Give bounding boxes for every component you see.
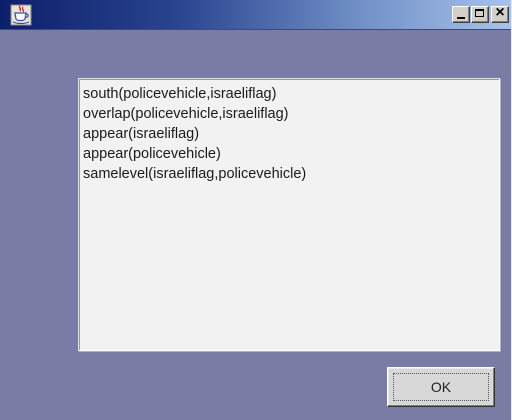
minimize-button[interactable] (452, 6, 470, 23)
minimize-icon (457, 17, 465, 19)
list-item[interactable]: overlap(policevehicle,israeliflag) (83, 104, 495, 124)
results-list[interactable]: south(policevehicle,israeliflag) overlap… (78, 78, 500, 351)
maximize-button[interactable] (471, 6, 489, 23)
close-button[interactable]: × (491, 4, 509, 23)
title-bar[interactable]: × (0, 0, 511, 30)
ok-button-label: OK (430, 379, 452, 395)
list-item[interactable]: appear(policevehicle) (83, 144, 495, 164)
ok-button[interactable]: OK (387, 367, 495, 407)
dialog-window: × south(policevehicle,israeliflag) overl… (0, 0, 512, 420)
list-item[interactable]: south(policevehicle,israeliflag) (83, 84, 495, 104)
java-cup-icon (10, 4, 32, 26)
maximize-icon (475, 9, 484, 17)
list-item[interactable]: samelevel(israeliflag,policevehicle) (83, 164, 495, 184)
close-icon: × (495, 4, 505, 21)
list-item[interactable]: appear(israeliflag) (83, 124, 495, 144)
